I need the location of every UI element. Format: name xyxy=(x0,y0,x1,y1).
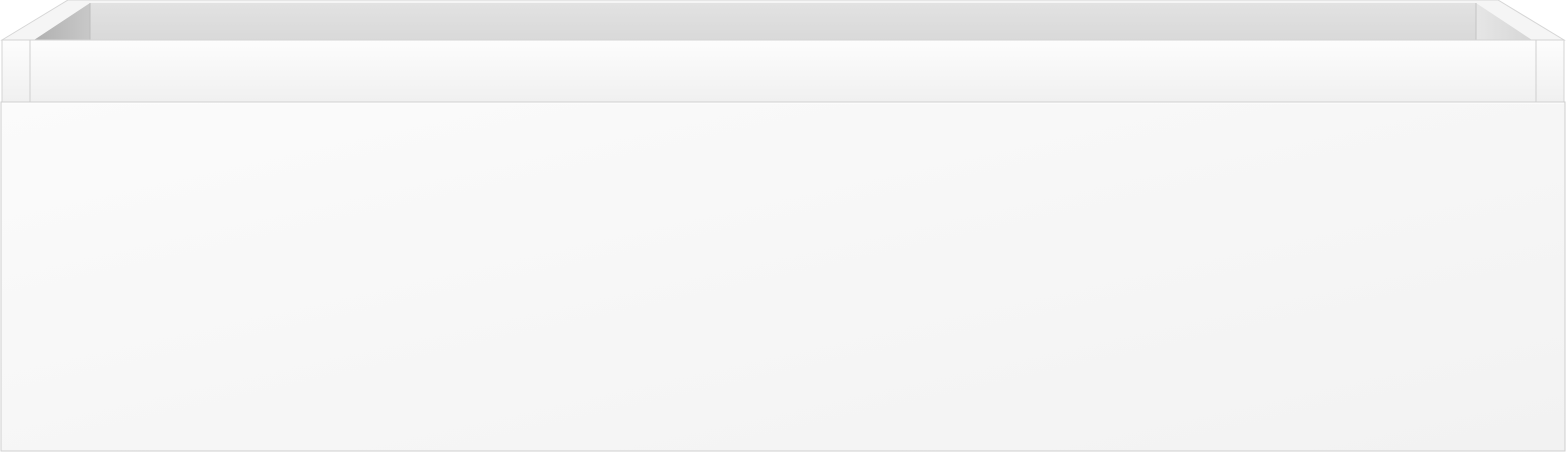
drawer-illustration xyxy=(0,0,1566,452)
drawer-back-wall xyxy=(90,3,1476,40)
drawer-front-panel xyxy=(0,101,1566,452)
drawer-svg xyxy=(0,0,1566,452)
drawer-top-lip xyxy=(1,39,1565,103)
